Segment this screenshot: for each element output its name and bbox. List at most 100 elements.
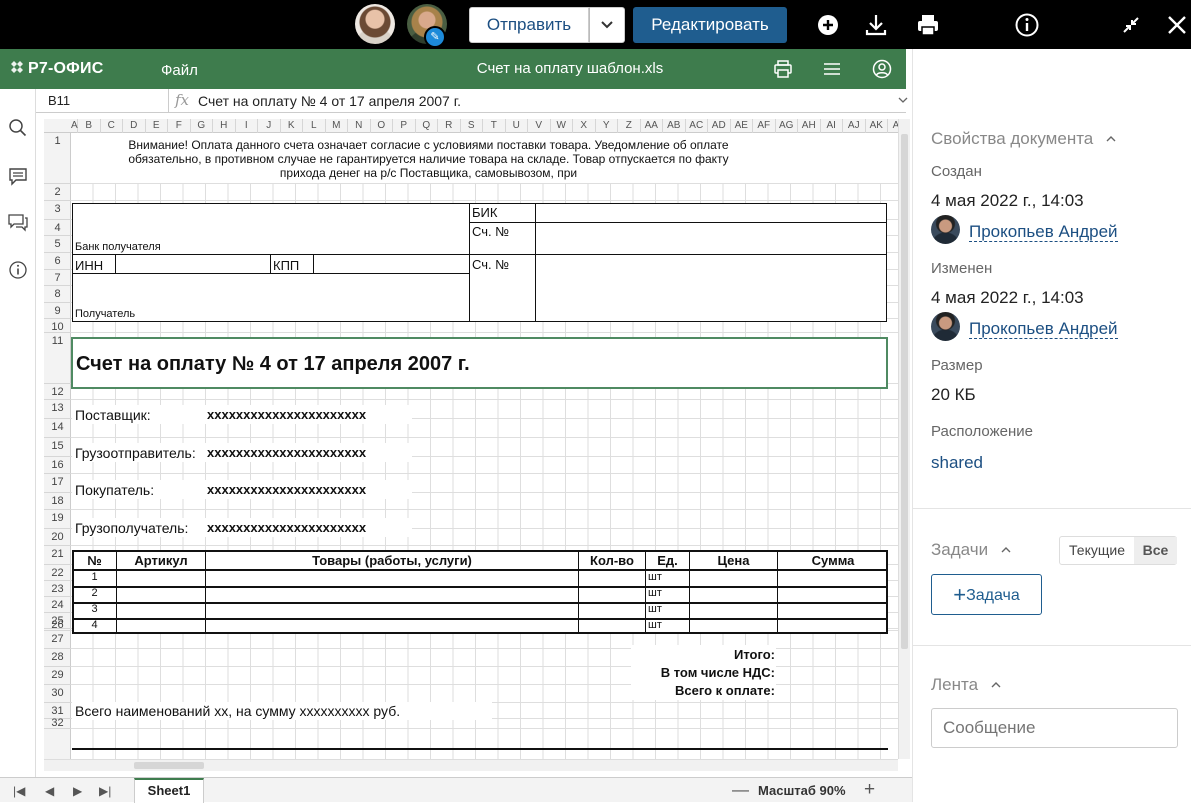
column-header[interactable]: R xyxy=(438,119,461,133)
column-header[interactable]: AJ xyxy=(843,119,866,133)
column-header[interactable]: T xyxy=(483,119,506,133)
column-header[interactable]: AF xyxy=(753,119,776,133)
row-header[interactable]: 6 xyxy=(44,253,71,270)
tasks-section-header[interactable]: Задачи xyxy=(931,540,1011,560)
scroll-thumb[interactable] xyxy=(901,134,908,649)
column-header[interactable]: S xyxy=(461,119,483,133)
row-header[interactable]: 29 xyxy=(44,667,71,685)
column-header[interactable]: K xyxy=(281,119,303,133)
add-task-button[interactable]: +Задача xyxy=(931,574,1042,615)
column-header[interactable]: AG xyxy=(776,119,798,133)
column-header[interactable]: AA xyxy=(641,119,663,133)
chevron-up-icon[interactable] xyxy=(991,681,1001,688)
message-input[interactable] xyxy=(931,708,1178,748)
column-header[interactable]: H xyxy=(213,119,236,133)
user-icon[interactable] xyxy=(872,59,892,79)
send-button[interactable]: Отправить xyxy=(469,7,589,43)
zoom-in-icon[interactable]: + xyxy=(864,779,875,801)
menu-file[interactable]: Файл xyxy=(161,62,198,79)
column-header[interactable]: E xyxy=(146,119,168,133)
cell-reference-box[interactable]: B11 xyxy=(36,89,169,113)
info-icon[interactable] xyxy=(8,260,28,280)
column-header[interactable]: J xyxy=(258,119,281,133)
vertical-scrollbar[interactable] xyxy=(898,119,910,759)
column-header[interactable]: C xyxy=(101,119,123,133)
row-header[interactable]: 30 xyxy=(44,685,71,703)
row-header[interactable]: 19 xyxy=(44,510,71,529)
row-header[interactable]: 24 xyxy=(44,597,71,613)
chevron-down-icon[interactable] xyxy=(898,97,908,104)
column-header[interactable]: Y xyxy=(596,119,618,133)
menu-icon[interactable] xyxy=(822,59,842,79)
filter-current-tab[interactable]: Текущие xyxy=(1060,537,1134,564)
comments-icon[interactable] xyxy=(8,166,28,186)
row-header[interactable]: 22 xyxy=(44,565,71,581)
scroll-thumb[interactable] xyxy=(134,762,204,769)
column-header[interactable]: G xyxy=(191,119,213,133)
sheet-tab[interactable]: Sheet1 xyxy=(134,778,204,803)
info-icon[interactable] xyxy=(1014,12,1040,38)
row-header[interactable]: 7 xyxy=(44,270,71,286)
last-sheet-icon[interactable]: ▶| xyxy=(99,784,111,798)
column-header[interactable]: N xyxy=(348,119,371,133)
row-header[interactable]: 32 xyxy=(44,718,71,729)
print-icon[interactable] xyxy=(915,12,941,38)
row-header[interactable]: 23 xyxy=(44,581,71,597)
prev-sheet-icon[interactable]: ◀ xyxy=(45,784,54,798)
first-sheet-icon[interactable]: |◀ xyxy=(13,784,25,798)
column-header[interactable]: B xyxy=(78,119,101,133)
function-icon[interactable]: fx xyxy=(175,91,189,109)
column-header[interactable]: AD xyxy=(708,119,731,133)
plus-circle-icon[interactable] xyxy=(815,12,841,38)
user-avatar[interactable] xyxy=(355,4,395,44)
column-header[interactable]: L xyxy=(303,119,326,133)
row-header[interactable]: 1 xyxy=(44,133,71,184)
column-header[interactable]: U xyxy=(506,119,528,133)
row-header[interactable]: 21 xyxy=(44,546,71,565)
column-header[interactable]: V xyxy=(528,119,551,133)
modified-by-link[interactable]: Прокопьев Андрей xyxy=(969,320,1118,339)
row-header[interactable]: 11 xyxy=(44,333,71,384)
column-header[interactable]: AE xyxy=(731,119,753,133)
created-by-link[interactable]: Прокопьев Андрей xyxy=(969,223,1118,242)
column-header[interactable]: W xyxy=(551,119,573,133)
location-link[interactable]: shared xyxy=(931,453,983,473)
column-header[interactable]: P xyxy=(393,119,416,133)
column-header[interactable]: A xyxy=(71,119,78,133)
filter-all-tab[interactable]: Все xyxy=(1134,537,1177,564)
zoom-out-icon[interactable]: — xyxy=(732,780,749,800)
column-header[interactable]: AH xyxy=(798,119,821,133)
row-header[interactable]: 15 xyxy=(44,438,71,457)
column-header[interactable]: AB xyxy=(663,119,686,133)
properties-section-header[interactable]: Свойства документа xyxy=(931,129,1116,149)
column-header[interactable]: Q xyxy=(416,119,438,133)
edit-button[interactable]: Редактировать xyxy=(633,7,787,43)
column-header[interactable]: AC xyxy=(686,119,708,133)
row-header[interactable]: 4 xyxy=(44,220,71,236)
column-header[interactable]: M xyxy=(326,119,348,133)
horizontal-scrollbar[interactable] xyxy=(44,759,898,771)
collapse-icon[interactable] xyxy=(1118,12,1144,38)
column-header[interactable]: AK xyxy=(866,119,888,133)
chat-icon[interactable] xyxy=(8,212,28,232)
column-header[interactable]: Z xyxy=(618,119,641,133)
row-header[interactable]: 3 xyxy=(44,201,71,220)
search-icon[interactable] xyxy=(8,118,28,138)
row-header[interactable]: 27 xyxy=(44,631,71,649)
feed-section-header[interactable]: Лента xyxy=(931,675,1001,695)
column-header[interactable]: X xyxy=(573,119,596,133)
column-header[interactable]: O xyxy=(371,119,393,133)
row-header[interactable]: 5 xyxy=(44,236,71,253)
column-header[interactable]: F xyxy=(168,119,191,133)
row-header[interactable]: 17 xyxy=(44,474,71,493)
spreadsheet-grid[interactable]: A B C D E F G H I J K L M N O P Q R S T U V W X Y Z AA AB AC AD AE AF AG… xyxy=(44,119,898,759)
send-options-button[interactable] xyxy=(589,7,625,43)
print-icon[interactable] xyxy=(773,59,793,79)
chevron-up-icon[interactable] xyxy=(1001,546,1011,553)
column-header[interactable]: I xyxy=(236,119,258,133)
row-header[interactable]: 28 xyxy=(44,649,71,667)
next-sheet-icon[interactable]: ▶ xyxy=(73,784,82,798)
cell-area[interactable]: Внимание! Оплата данного счета означает … xyxy=(71,133,898,759)
column-header[interactable]: D xyxy=(123,119,146,133)
close-icon[interactable] xyxy=(1164,12,1190,38)
